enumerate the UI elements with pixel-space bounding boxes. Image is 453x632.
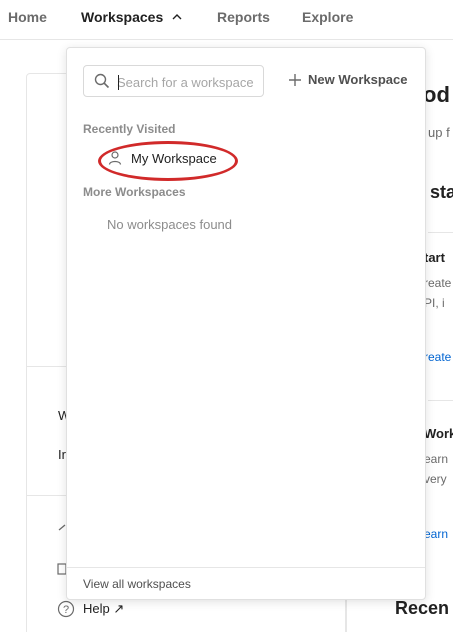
empty-state-text: No workspaces found <box>107 217 233 232</box>
view-all-workspaces-link[interactable]: View all workspaces <box>83 577 191 591</box>
background-heading-fragment: sta <box>430 182 453 202</box>
background-card-text: reate <box>424 276 452 290</box>
background-left-fragment: Ir <box>58 447 66 462</box>
more-workspaces-heading: More Workspaces <box>83 185 186 199</box>
workspace-search-input[interactable] <box>117 72 259 92</box>
background-card-text: earn <box>424 452 449 466</box>
search-icon <box>94 73 110 89</box>
background-divider <box>27 366 67 367</box>
background-heading-fragment: od <box>423 82 450 107</box>
help-label: Help ↗ <box>83 601 125 616</box>
help-circle-icon: ? <box>57 600 75 618</box>
nav-home[interactable]: Home <box>8 9 47 25</box>
background-divider <box>428 400 453 401</box>
nav-explore[interactable]: Explore <box>302 9 353 25</box>
background-card-title: tart <box>424 250 445 265</box>
background-divider <box>27 495 67 496</box>
plus-icon <box>289 73 301 86</box>
nav-reports[interactable]: Reports <box>217 9 270 25</box>
chevron-up-icon[interactable] <box>171 12 183 22</box>
help-link[interactable]: ? Help ↗ <box>57 600 124 618</box>
background-divider <box>428 232 453 233</box>
dropdown-footer-divider <box>67 567 425 568</box>
top-navigation: Home Workspaces Reports Explore <box>0 0 453 40</box>
background-heading-fragment: Recen <box>395 598 450 618</box>
background-card-link[interactable]: earn <box>424 527 448 541</box>
background-card-title: Work <box>424 426 453 441</box>
background-card-text: very <box>424 472 447 486</box>
background-card-link[interactable]: reate <box>424 350 451 364</box>
annotation-highlight-circle <box>98 141 238 181</box>
workspaces-dropdown: New Workspace Recently Visited My Worksp… <box>66 47 426 600</box>
recently-visited-heading: Recently Visited <box>83 122 176 136</box>
nav-workspaces[interactable]: Workspaces <box>81 9 163 25</box>
new-workspace-button[interactable]: New Workspace <box>288 72 407 87</box>
workspace-search-box[interactable] <box>83 65 264 97</box>
background-text-fragment: up f <box>428 125 450 140</box>
svg-text:?: ? <box>63 604 69 616</box>
new-workspace-label: New Workspace <box>308 72 408 87</box>
text-cursor <box>118 75 119 90</box>
background-card-text: PI, i <box>424 296 445 310</box>
